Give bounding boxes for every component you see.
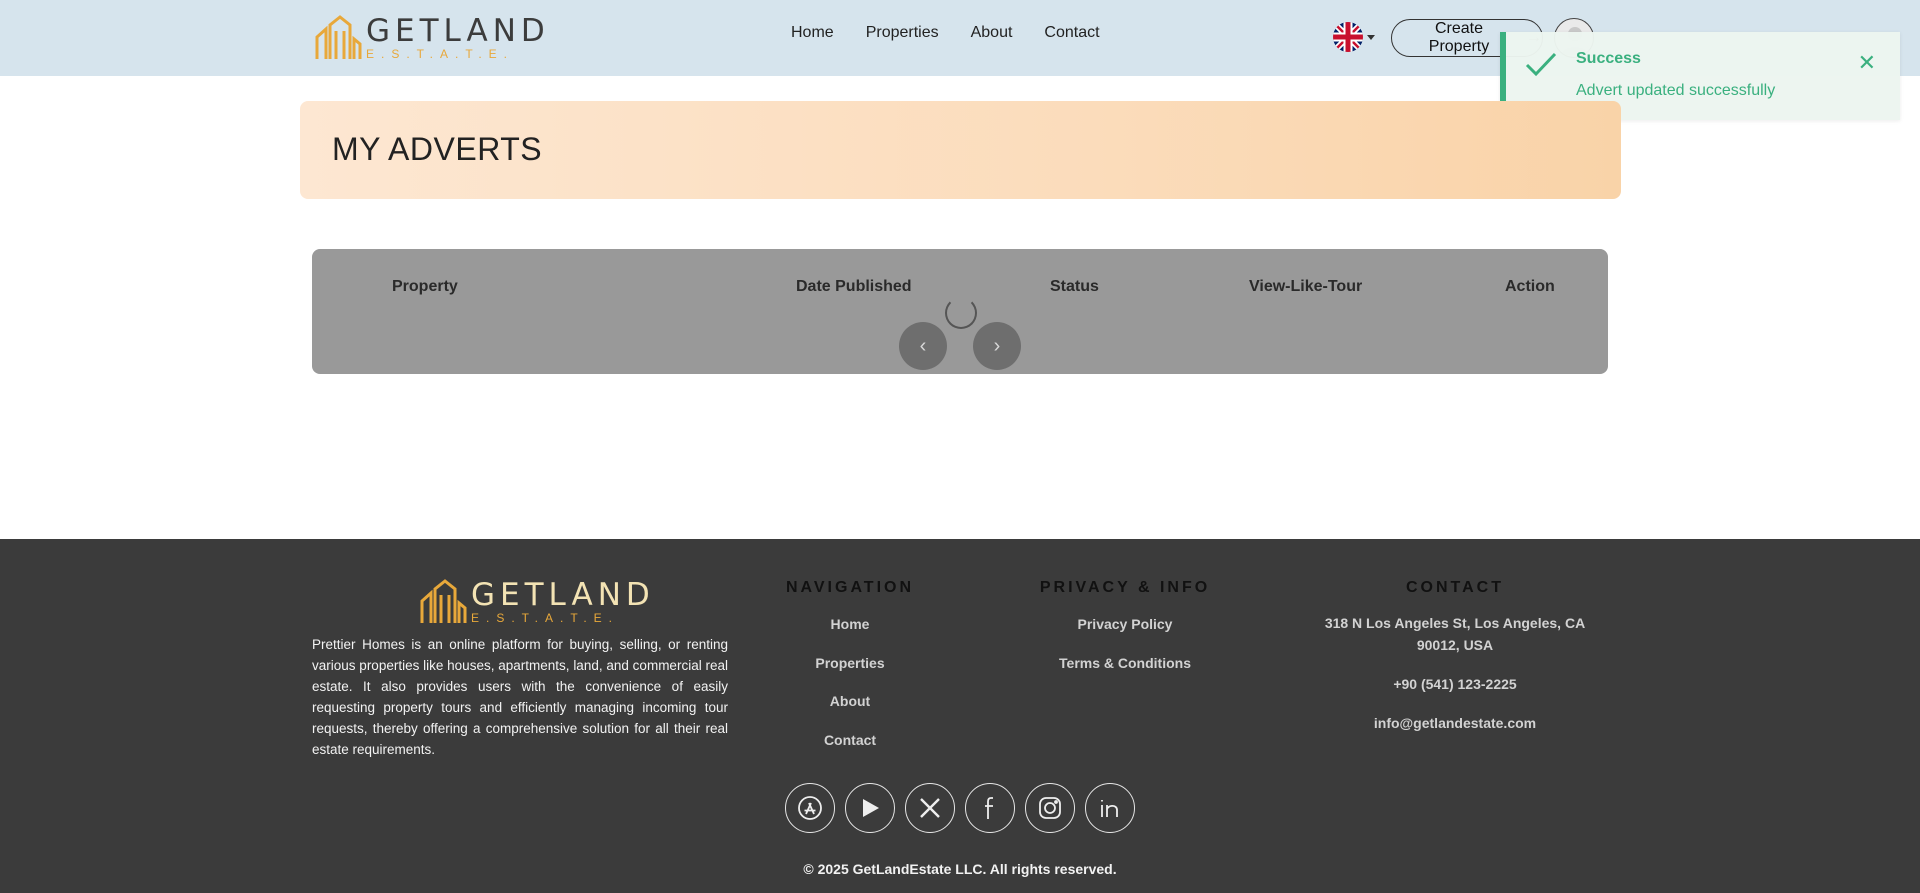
uk-flag-icon <box>1333 22 1363 52</box>
x-icon[interactable] <box>905 783 955 833</box>
chevron-down-icon <box>1367 34 1375 40</box>
close-icon[interactable]: ✕ <box>1858 52 1876 74</box>
building-logo-icon <box>420 579 467 623</box>
column-header-status[interactable]: Status <box>1050 278 1099 296</box>
footer-logo-title: GETLAND <box>471 577 655 613</box>
nav-about[interactable]: About <box>971 24 1013 42</box>
app-store-icon[interactable] <box>785 783 835 833</box>
logo-subtitle: E.S.T.A.T.E. <box>366 47 515 61</box>
page-title: MY ADVERTS <box>332 131 543 167</box>
chevron-left-icon: ‹ <box>919 334 927 357</box>
language-selector[interactable] <box>1333 22 1375 52</box>
create-property-label: Create Property <box>1428 20 1490 55</box>
prev-page-button[interactable]: ‹ <box>899 322 947 370</box>
footer-contact-title: CONTACT <box>1405 579 1505 596</box>
copyright-text: © 2025 GetLandEstate LLC. All rights res… <box>803 861 1117 877</box>
instagram-icon[interactable] <box>1025 783 1075 833</box>
contact-phone[interactable]: +90 (541) 123-2225 <box>1305 673 1605 695</box>
logo-title: GETLAND <box>366 13 550 49</box>
nav-home[interactable]: Home <box>791 24 834 42</box>
footer-logo[interactable]: GETLAND E.S.T.A.T.E. <box>419 579 655 625</box>
loading-spinner-icon <box>945 297 977 329</box>
site-footer: GETLAND E.S.T.A.T.E. Prettier Homes is a… <box>0 539 1920 893</box>
footer-navigation-title: NAVIGATION <box>785 579 915 596</box>
footer-link-privacy-policy[interactable]: Privacy Policy <box>995 616 1255 632</box>
column-header-action[interactable]: Action <box>1505 278 1555 296</box>
column-header-property[interactable]: Property <box>392 278 458 296</box>
column-header-view-like-tour[interactable]: View-Like-Tour <box>1249 278 1362 296</box>
footer-link-about[interactable]: About <box>720 693 980 709</box>
footer-link-properties[interactable]: Properties <box>720 655 980 671</box>
footer-logo-subtitle: E.S.T.A.T.E. <box>471 611 620 625</box>
toast-title: Success <box>1576 50 1641 67</box>
building-logo-icon <box>315 15 362 59</box>
footer-link-home[interactable]: Home <box>720 616 980 632</box>
contact-address: 318 N Los Angeles St, Los Angeles, CA 90… <box>1324 615 1586 653</box>
footer-privacy-title: PRIVACY & INFO <box>1039 579 1211 596</box>
play-store-icon[interactable] <box>845 783 895 833</box>
contact-email[interactable]: info@getlandestate.com <box>1305 712 1605 734</box>
footer-link-terms[interactable]: Terms & Conditions <box>995 655 1255 671</box>
nav-contact[interactable]: Contact <box>1044 24 1099 42</box>
check-icon <box>1525 52 1557 77</box>
nav-properties[interactable]: Properties <box>866 24 939 42</box>
column-header-date-published[interactable]: Date Published <box>796 278 912 296</box>
toast-message: Advert updated successfully <box>1576 82 1776 99</box>
social-links <box>785 783 1135 833</box>
next-page-button[interactable]: › <box>973 322 1021 370</box>
chevron-right-icon: › <box>993 334 1001 357</box>
header-logo[interactable]: GETLAND E.S.T.A.T.E. <box>314 15 550 61</box>
footer-link-contact[interactable]: Contact <box>720 732 980 748</box>
linkedin-icon[interactable] <box>1085 783 1135 833</box>
footer-description: Prettier Homes is an online platform for… <box>312 637 728 757</box>
page-banner: MY ADVERTS <box>300 101 1621 199</box>
main-nav: Home Properties About Contact <box>791 24 1100 42</box>
facebook-icon[interactable] <box>965 783 1015 833</box>
